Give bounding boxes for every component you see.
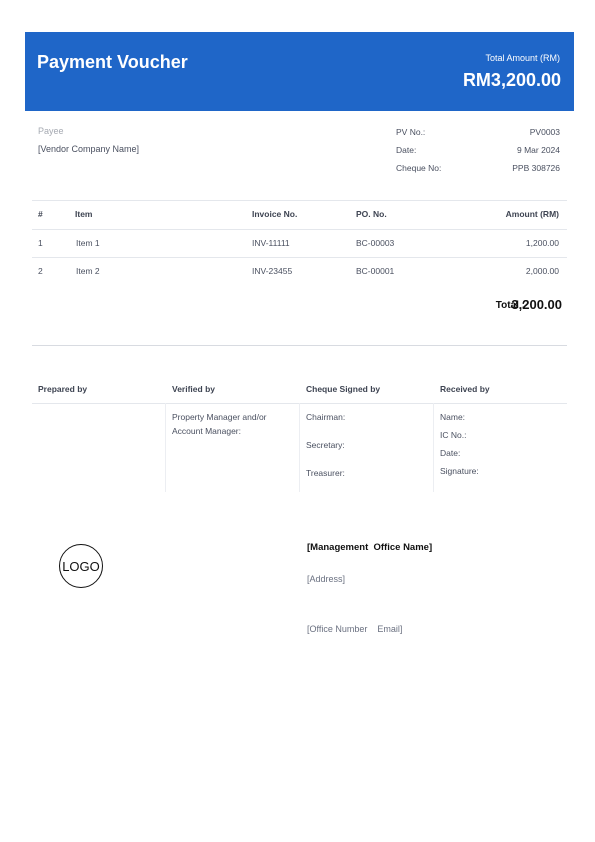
signature-line: Account Manager: bbox=[172, 426, 241, 436]
page-title: Payment Voucher bbox=[37, 52, 188, 72]
total-amount-value: RM3,200.00 bbox=[462, 70, 561, 90]
signature-line: Treasurer: bbox=[306, 468, 345, 478]
signature-heading: Verified by bbox=[172, 384, 215, 394]
total-value: 3,200.00 bbox=[511, 297, 562, 312]
signature-line: Property Manager and/or bbox=[172, 412, 267, 422]
signature-column-received-by: Received by Name: IC No.: Date: Signatur… bbox=[434, 378, 568, 492]
column-header-amount: Amount (RM) bbox=[505, 209, 559, 219]
signature-section: Prepared by Verified by Property Manager… bbox=[32, 378, 567, 492]
meta-row-date: Date: 9 Mar 2024 bbox=[396, 145, 560, 159]
signature-column-verified-by: Verified by Property Manager and/or Acco… bbox=[166, 378, 300, 492]
column-header-number: # bbox=[38, 209, 43, 219]
row-invoice: INV-23455 bbox=[252, 266, 293, 276]
voucher-header: Payment Voucher Total Amount (RM) RM3,20… bbox=[25, 32, 574, 111]
logo-text: LOGO bbox=[62, 558, 100, 574]
row-item: Item 1 bbox=[76, 238, 100, 248]
row-amount: 1,200.00 bbox=[525, 238, 559, 248]
table-divider bbox=[32, 257, 567, 258]
signature-line: Chairman: bbox=[306, 412, 346, 422]
signature-heading: Received by bbox=[440, 384, 490, 394]
total-amount-label: Total Amount (RM) bbox=[485, 53, 560, 63]
meta-value: PPB 308726 bbox=[512, 163, 560, 173]
row-amount: 2,000.00 bbox=[525, 266, 559, 276]
row-number: 2 bbox=[38, 266, 43, 276]
signature-line: Date: bbox=[440, 448, 461, 458]
row-invoice: INV-11111 bbox=[252, 238, 290, 248]
meta-key: Date: bbox=[396, 145, 417, 155]
meta-row-pv-no: PV No.: PV0003 bbox=[396, 127, 560, 141]
meta-key: PV No.: bbox=[396, 127, 426, 137]
row-item: Item 2 bbox=[76, 266, 100, 276]
signature-heading: Cheque Signed by bbox=[306, 384, 381, 394]
table-divider bbox=[32, 229, 567, 230]
logo: LOGO bbox=[59, 544, 103, 588]
signature-line: Signature: bbox=[440, 466, 479, 476]
signature-line: Secretary: bbox=[306, 440, 345, 450]
office-name: [Management Office Name] bbox=[307, 542, 433, 553]
table-divider bbox=[32, 200, 567, 201]
signature-column-prepared-by: Prepared by bbox=[32, 378, 166, 492]
payee-name: [Vendor Company Name] bbox=[38, 144, 140, 154]
signature-heading: Prepared by bbox=[38, 384, 88, 394]
signature-line: Name: bbox=[440, 412, 466, 422]
meta-value: 9 Mar 2024 bbox=[517, 145, 560, 155]
payee-label: Payee bbox=[38, 126, 64, 136]
column-header-po: PO. No. bbox=[356, 209, 387, 219]
section-divider bbox=[32, 345, 567, 346]
meta-key: Cheque No: bbox=[396, 163, 442, 173]
signature-column-cheque-signed-by: Cheque Signed by Chairman: Secretary: Tr… bbox=[300, 378, 434, 492]
office-contact: [Office Number Email] bbox=[307, 624, 403, 634]
office-address: [Address] bbox=[307, 574, 346, 584]
signature-line: IC No.: bbox=[440, 430, 467, 440]
column-header-invoice: Invoice No. bbox=[252, 209, 298, 219]
row-po: BC-00003 bbox=[356, 238, 395, 248]
column-header-item: Item bbox=[75, 209, 93, 219]
row-po: BC-00001 bbox=[356, 266, 395, 276]
meta-row-cheque-no: Cheque No: PPB 308726 bbox=[396, 163, 560, 177]
meta-value: PV0003 bbox=[529, 127, 560, 137]
row-number: 1 bbox=[38, 238, 43, 248]
